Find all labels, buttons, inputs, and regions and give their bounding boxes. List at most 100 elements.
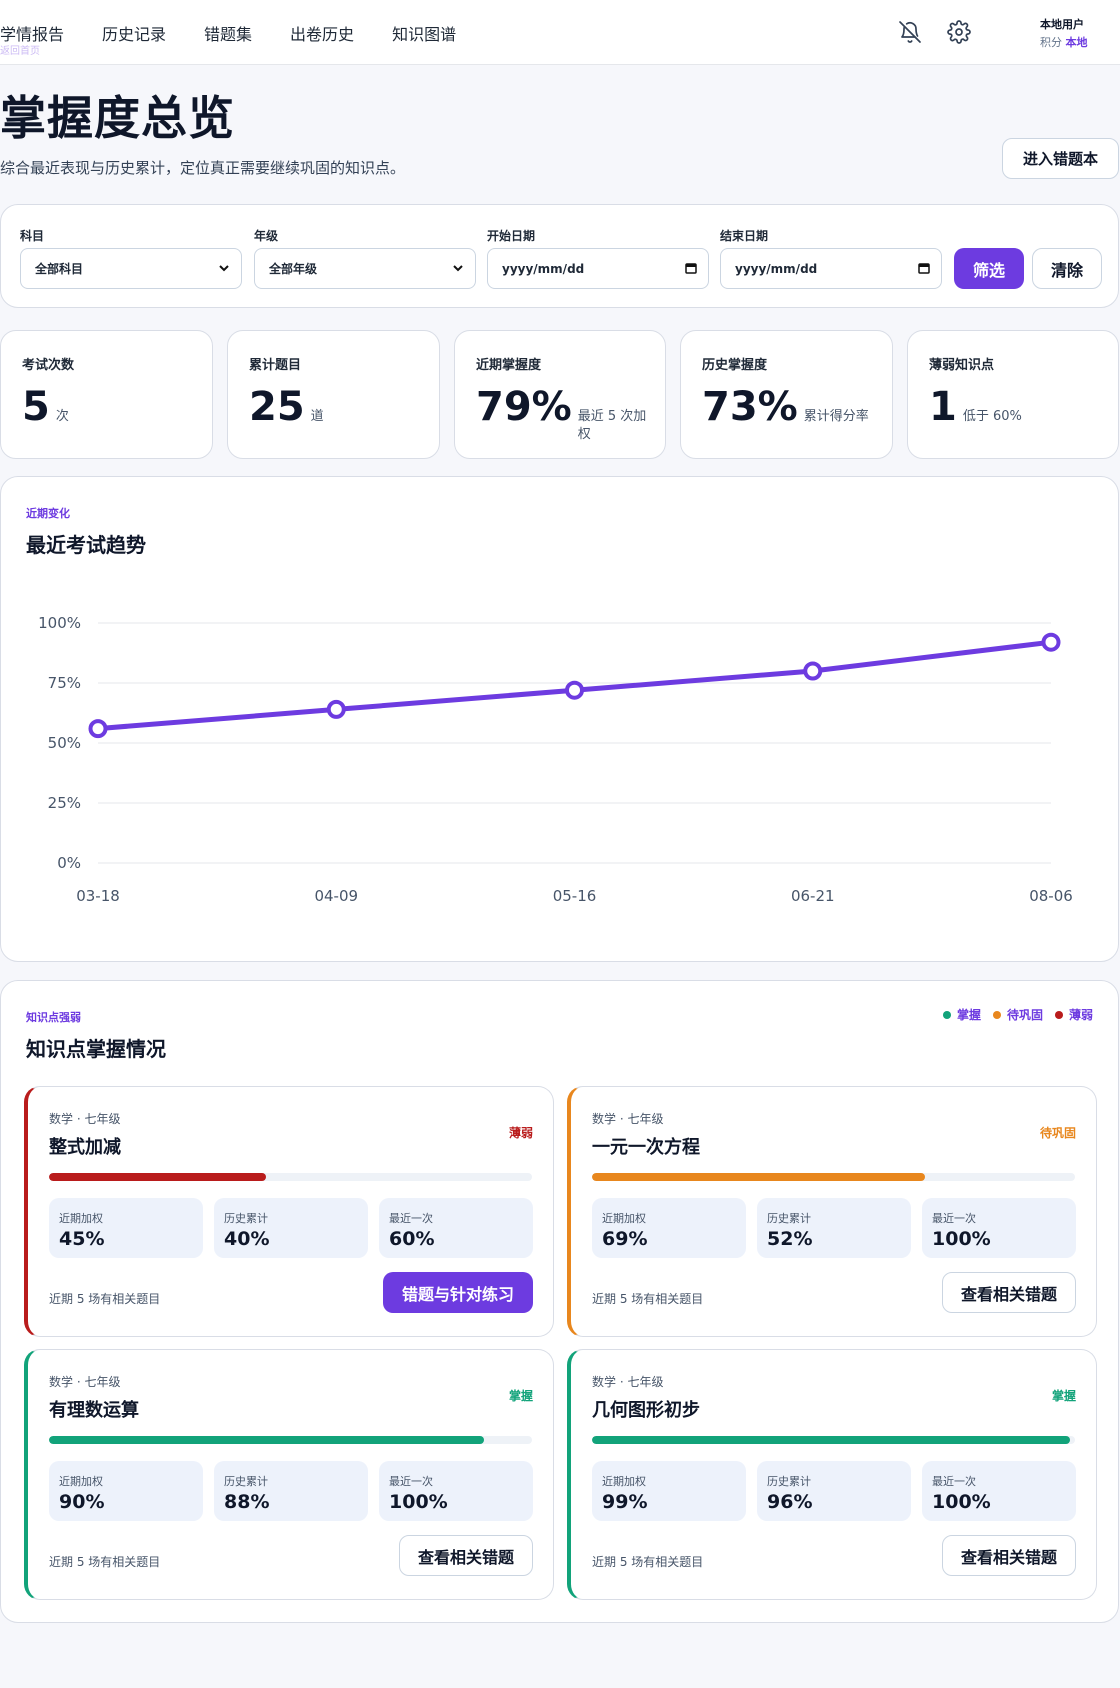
kp-metric-value: 99% bbox=[602, 1491, 648, 1513]
kp-progress-fill bbox=[592, 1436, 1071, 1444]
kp-metric-label: 历史累计 bbox=[767, 1475, 811, 1488]
kp-metric: 历史累计 88% bbox=[214, 1461, 368, 1521]
kp-progress-track bbox=[592, 1436, 1075, 1444]
x-tick-label: 04-09 bbox=[314, 887, 358, 905]
knowledge-point-card: 数学 · 七年级 有理数运算 掌握 近期加权 90% 历史累计 88% 最近一次 100% 近期 … bbox=[24, 1349, 554, 1600]
stat-label: 累计题目 bbox=[249, 358, 302, 373]
legend-dot bbox=[942, 1010, 951, 1019]
kp-name: 一元一次方程 bbox=[592, 1137, 700, 1158]
view-mistakes-button[interactable]: 查看相关错题 bbox=[942, 1535, 1076, 1576]
stat-label: 历史掌握度 bbox=[702, 358, 768, 373]
kp-metric: 最近一次 100% bbox=[922, 1198, 1076, 1258]
kp-metric-value: 88% bbox=[224, 1491, 270, 1513]
kp-metric-value: 45% bbox=[59, 1228, 105, 1250]
kp-progress-track bbox=[49, 1173, 532, 1181]
kp-metric: 近期加权 99% bbox=[592, 1461, 746, 1521]
kp-metric-label: 最近一次 bbox=[389, 1212, 433, 1225]
legend-label: 薄弱 bbox=[1068, 1008, 1093, 1022]
kp-progress-fill bbox=[592, 1173, 926, 1181]
chevron-down-icon bbox=[219, 265, 229, 272]
clear-button[interactable]: 清除 bbox=[1032, 248, 1102, 289]
subject-select[interactable]: 全部科目 bbox=[20, 248, 242, 289]
goto-mistakes-button[interactable]: 进入错题本 bbox=[1002, 138, 1119, 179]
stat-unit: 道 bbox=[310, 409, 324, 424]
gear-icon[interactable] bbox=[945, 18, 973, 46]
kp-metric-label: 历史累计 bbox=[224, 1212, 268, 1225]
legend-label: 掌握 bbox=[956, 1008, 981, 1022]
view-mistakes-button[interactable]: 查看相关错题 bbox=[942, 1272, 1076, 1313]
grade-value: 全部年级 bbox=[269, 262, 318, 276]
kp-progress-fill bbox=[49, 1173, 267, 1181]
bell-off-icon[interactable] bbox=[896, 18, 924, 46]
nav-link-history[interactable]: 历史记录 bbox=[102, 21, 166, 45]
kp-footnote: 近期 5 场有相关题目 bbox=[49, 1292, 161, 1306]
grade-select[interactable]: 全部年级 bbox=[254, 248, 476, 289]
view-mistakes-button[interactable]: 查看相关错题 bbox=[399, 1535, 533, 1576]
kp-progress-track bbox=[49, 1436, 532, 1444]
stat-value: 1 bbox=[929, 384, 957, 430]
grade-label: 年级 bbox=[254, 229, 279, 243]
chevron-down-icon bbox=[453, 265, 463, 272]
page-subtitle: 综合最近表现与历史累计，定位真正需要继续巩固的知识点。 bbox=[0, 159, 406, 177]
kp-metric-value: 90% bbox=[59, 1491, 105, 1513]
trend-line-chart: 0% 25% 50% 75% 100% 03-18 04-09 05-16 06-21 08-06 bbox=[38, 614, 1073, 905]
stat-value: 73% bbox=[702, 384, 798, 430]
knowledge-point-card: 数学 · 七年级 几何图形初步 掌握 近期加权 99% 历史累计 96% 最近一次 100% 近期… bbox=[567, 1349, 1097, 1600]
kp-metric-label: 近期加权 bbox=[59, 1212, 103, 1225]
stat-label: 近期掌握度 bbox=[476, 358, 542, 373]
legend-item-weak: 薄弱 bbox=[1054, 1006, 1093, 1023]
kp-metric-value: 100% bbox=[932, 1228, 991, 1250]
kp-metric-label: 历史累计 bbox=[224, 1475, 268, 1488]
kp-status-badge: 掌握 bbox=[1051, 1389, 1076, 1403]
kp-name: 有理数运算 bbox=[49, 1400, 139, 1421]
filter-button[interactable]: 筛选 bbox=[954, 248, 1024, 289]
calendar-icon[interactable] bbox=[684, 261, 698, 275]
kp-footnote: 近期 5 场有相关题目 bbox=[592, 1555, 704, 1569]
stat-unit: 最近 5 次加权 bbox=[577, 409, 647, 442]
x-tick-label: 08-06 bbox=[1029, 887, 1073, 905]
y-tick-label: 75% bbox=[48, 674, 81, 692]
data-point bbox=[803, 661, 823, 681]
stat-unit: 累计得分率 bbox=[803, 409, 869, 424]
x-tick-label: 03-18 bbox=[76, 887, 120, 905]
stat-card-weak-points: 薄弱知识点 1 低于 60% bbox=[907, 330, 1119, 459]
calendar-icon[interactable] bbox=[917, 261, 931, 275]
subject-label: 科目 bbox=[20, 229, 45, 243]
nav-link-knowledge-map[interactable]: 知识图谱 bbox=[392, 21, 456, 45]
legend-item-consolidate: 待巩固 bbox=[992, 1006, 1043, 1023]
legend-label: 待巩固 bbox=[1006, 1008, 1043, 1022]
kp-progress-fill bbox=[49, 1436, 484, 1444]
end-date-input[interactable]: yyyy/mm/dd bbox=[720, 248, 942, 289]
nav-link-report[interactable]: 学情报告 bbox=[0, 21, 64, 45]
data-point bbox=[1041, 632, 1061, 652]
end-date-placeholder: yyyy/mm/dd bbox=[735, 261, 818, 276]
user-profile[interactable]: 本地用户 积分 本地 bbox=[1040, 16, 1088, 52]
data-point bbox=[565, 680, 584, 700]
start-date-input[interactable]: yyyy/mm/dd bbox=[487, 248, 709, 289]
x-tick-label: 05-16 bbox=[553, 887, 597, 905]
knowledge-title: 知识点掌握情况 bbox=[26, 1037, 166, 1061]
kp-metric: 历史累计 52% bbox=[757, 1198, 911, 1258]
y-tick-label: 100% bbox=[38, 614, 81, 632]
practice-button[interactable]: 错题与针对练习 bbox=[383, 1272, 533, 1313]
x-tick-label: 06-21 bbox=[791, 887, 835, 905]
kp-status-badge: 待巩固 bbox=[1039, 1126, 1076, 1140]
stat-card-history-mastery: 历史掌握度 73% 累计得分率 bbox=[680, 330, 893, 459]
nav-link-mistakes[interactable]: 错题集 bbox=[204, 21, 252, 45]
filter-panel: 科目 全部科目 年级 全部年级 开始日期 yyyy/mm/dd 结束日期 yyy… bbox=[0, 204, 1119, 308]
data-point bbox=[326, 699, 346, 719]
start-date-label: 开始日期 bbox=[487, 229, 536, 243]
kp-meta: 数学 · 七年级 bbox=[592, 1375, 664, 1389]
nav-links: 学情报告 历史记录 错题集 出卷历史 知识图谱 bbox=[0, 0, 494, 65]
top-navigation: 学情报告 历史记录 错题集 出卷历史 知识图谱 返回首页 本地用户 积分 本地 bbox=[0, 0, 1120, 65]
stat-unit: 低于 60% bbox=[962, 409, 1022, 424]
kp-metric-label: 最近一次 bbox=[932, 1212, 976, 1225]
kp-status-badge: 薄弱 bbox=[508, 1126, 533, 1140]
trend-card: 近期变化 最近考试趋势 0% 25% 50% 75% 100% 03-18 04-09 05-… bbox=[0, 476, 1119, 962]
kp-metric-label: 历史累计 bbox=[767, 1212, 811, 1225]
kp-metric-value: 100% bbox=[389, 1491, 448, 1513]
stat-card-recent-mastery: 近期掌握度 79% 最近 5 次加权 bbox=[454, 330, 666, 459]
legend-dot bbox=[1054, 1010, 1063, 1019]
nav-link-paper-history[interactable]: 出卷历史 bbox=[290, 21, 354, 45]
knowledge-card: 知识点强弱 知识点掌握情况 掌握 待巩固 薄弱 数学 · 七年级 整式加减 薄弱 近期… bbox=[0, 980, 1119, 1623]
